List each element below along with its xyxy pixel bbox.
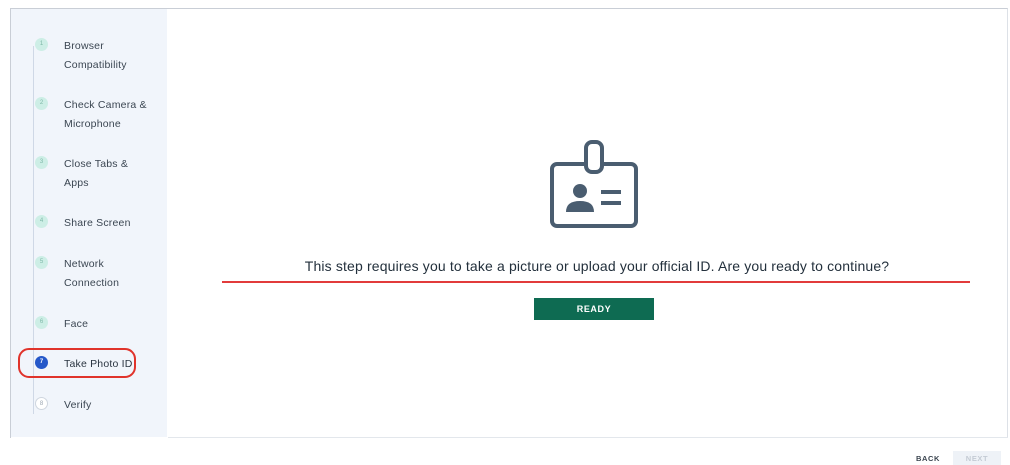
step-number-badge: 3 [35, 156, 48, 169]
step-label: Close Tabs & Apps [64, 158, 129, 189]
step-label: Network Connection [64, 258, 120, 289]
step-number-badge: 8 [35, 397, 48, 410]
step-label: Face [64, 318, 89, 330]
sidebar-step-browser-compatibility[interactable]: 1 Browser Compatibility [35, 37, 165, 75]
active-step-highlight [18, 348, 136, 378]
sidebar-step-close-tabs[interactable]: 3 Close Tabs & Apps [35, 155, 165, 193]
id-step-prompt: This step requires you to take a picture… [304, 258, 890, 274]
step-label: Verify [64, 399, 92, 411]
sidebar-step-check-camera[interactable]: 2 Check Camera & Microphone [35, 96, 165, 134]
step-label: Check Camera & Microphone [64, 99, 147, 130]
sidebar-step-face[interactable]: 6 Face [35, 315, 165, 334]
step-label: Browser Compatibility [64, 40, 127, 71]
back-button[interactable]: BACK [903, 451, 953, 465]
next-button[interactable]: NEXT [953, 451, 1001, 465]
step-number-badge: 6 [35, 316, 48, 329]
ready-button[interactable]: READY [534, 298, 654, 320]
id-badge-icon [550, 140, 638, 228]
footer-divider [168, 437, 1008, 438]
step-number-badge: 5 [35, 256, 48, 269]
step-number-badge: 4 [35, 215, 48, 228]
step-number-badge: 1 [35, 38, 48, 51]
step-number-badge: 2 [35, 97, 48, 110]
sidebar-step-verify[interactable]: 8 Verify [35, 396, 165, 415]
prompt-annotation-underline [222, 281, 970, 283]
step-label: Share Screen [64, 217, 131, 229]
sidebar-step-share-screen[interactable]: 4 Share Screen [35, 214, 165, 233]
sidebar-step-network-connection[interactable]: 5 Network Connection [35, 255, 165, 293]
